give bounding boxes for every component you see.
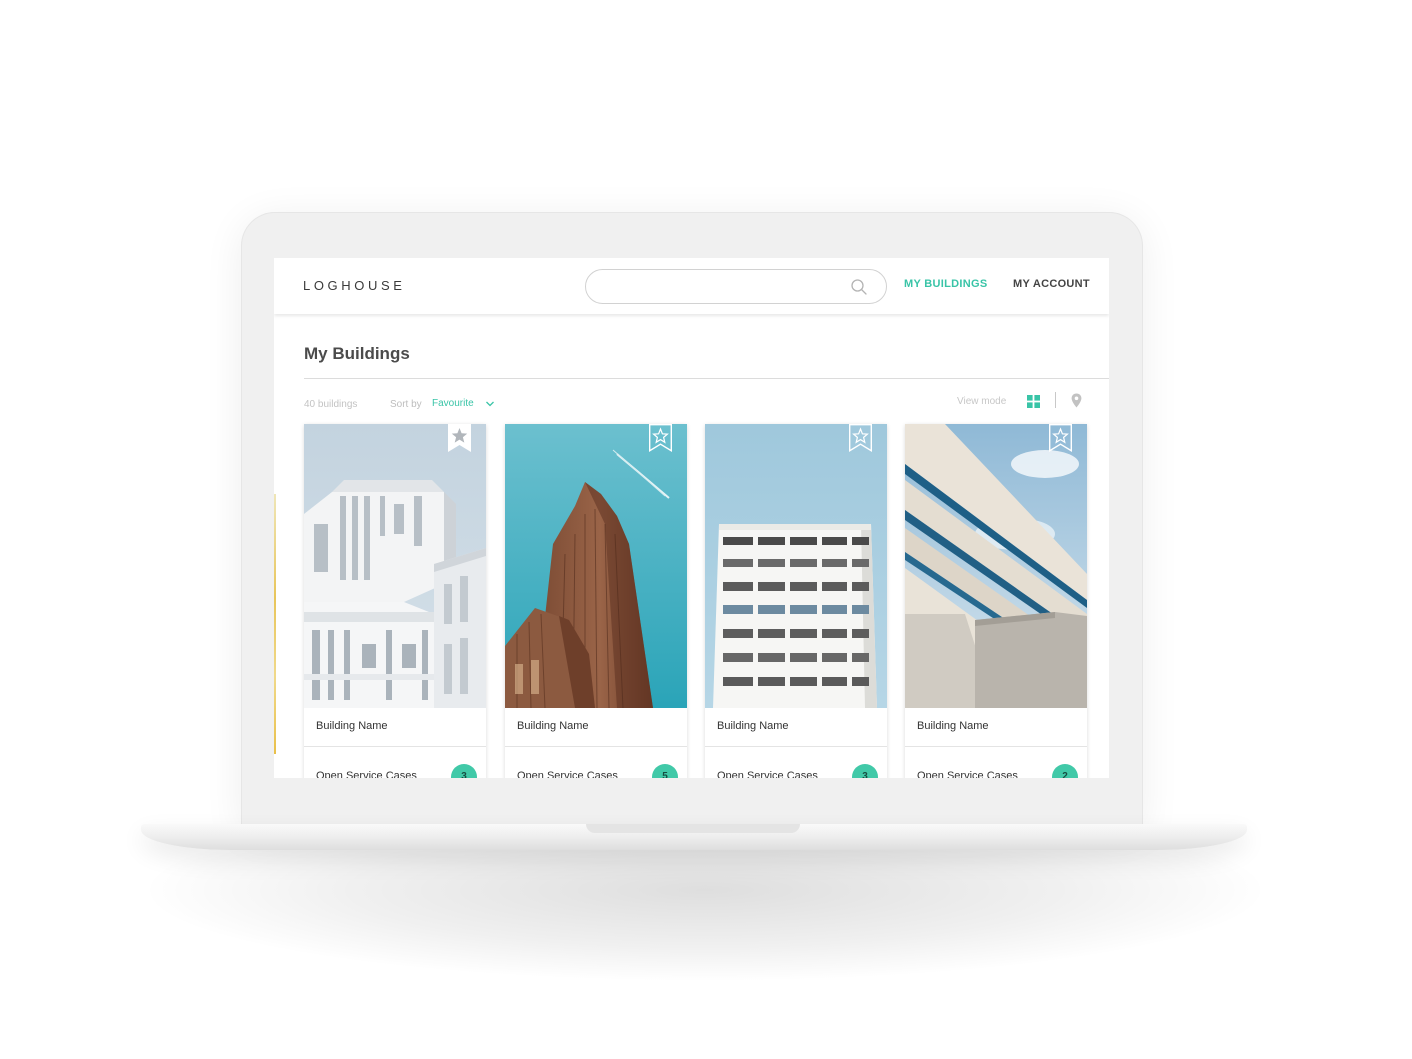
sort-dropdown[interactable]: Favourite <box>432 398 474 409</box>
favourite-star-icon[interactable] <box>649 424 672 452</box>
building-card[interactable]: Building Name Open Service Cases 3 <box>705 424 887 778</box>
building-card[interactable]: Building Name Open Service Cases 2 <box>905 424 1087 778</box>
building-name: Building Name <box>717 720 789 732</box>
building-count: 40 buildings <box>304 399 358 410</box>
grid-view-icon[interactable] <box>1027 395 1040 408</box>
service-cases-badge[interactable]: 2 <box>1052 764 1078 778</box>
service-cases-badge[interactable]: 3 <box>451 764 477 778</box>
open-service-cases-label: Open Service Cases <box>717 770 818 778</box>
map-pin-icon[interactable] <box>1071 393 1082 408</box>
building-photo[interactable] <box>705 424 887 708</box>
open-service-cases-label: Open Service Cases <box>517 770 618 778</box>
building-card[interactable]: Building Name Open Service Cases 5 <box>505 424 687 778</box>
building-photo[interactable] <box>304 424 486 708</box>
page-title: My Buildings <box>304 344 410 363</box>
nav-my-buildings[interactable]: MY BUILDINGS <box>904 278 987 290</box>
building-name: Building Name <box>517 720 589 732</box>
card-divider <box>505 746 687 747</box>
laptop-mockup: LOGHOUSE MY BUILDINGS MY ACCOUNT My Buil… <box>0 0 1412 1059</box>
service-cases-badge[interactable]: 5 <box>652 764 678 778</box>
open-service-cases-label: Open Service Cases <box>316 770 417 778</box>
building-card[interactable]: Building Name Open Service Cases 3 <box>304 424 486 778</box>
view-mode-label: View mode <box>957 396 1007 407</box>
chevron-down-icon[interactable] <box>485 399 495 409</box>
card-divider <box>905 746 1087 747</box>
sort-label: Sort by <box>390 399 422 410</box>
service-cases-badge[interactable]: 3 <box>852 764 878 778</box>
search-icon[interactable] <box>850 278 868 296</box>
view-mode-divider <box>1055 392 1056 408</box>
building-name: Building Name <box>316 720 388 732</box>
search-input[interactable] <box>602 278 842 296</box>
title-divider <box>304 378 1109 379</box>
nav-my-account[interactable]: MY ACCOUNT <box>1013 278 1090 290</box>
loghouse-logo[interactable]: LOGHOUSE <box>303 278 405 293</box>
open-service-cases-label: Open Service Cases <box>917 770 1018 778</box>
laptop-notch <box>586 824 800 833</box>
card-divider <box>304 746 486 747</box>
building-name: Building Name <box>917 720 989 732</box>
building-photo[interactable] <box>505 424 687 708</box>
favourite-star-icon[interactable] <box>1049 424 1072 452</box>
building-photo[interactable] <box>905 424 1087 708</box>
favourite-star-icon[interactable] <box>849 424 872 452</box>
card-divider <box>705 746 887 747</box>
background-edge <box>274 494 276 754</box>
search-box[interactable] <box>585 269 887 304</box>
top-navigation-bar: LOGHOUSE MY BUILDINGS MY ACCOUNT <box>274 258 1109 314</box>
app-screen: LOGHOUSE MY BUILDINGS MY ACCOUNT My Buil… <box>274 258 1109 778</box>
favourite-star-icon[interactable] <box>448 424 471 452</box>
